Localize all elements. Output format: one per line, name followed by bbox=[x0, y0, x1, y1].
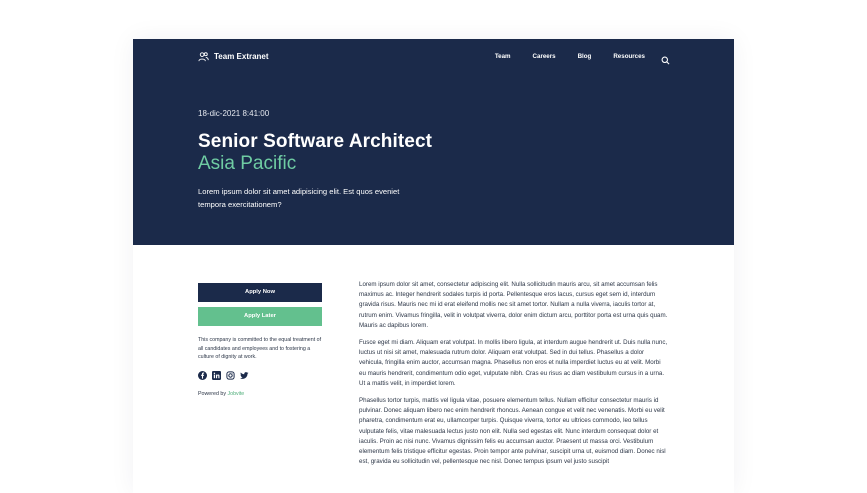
powered-by: Powered by Jobvite bbox=[198, 391, 322, 397]
job-title: Senior Software Architect bbox=[198, 131, 433, 152]
eeo-statement: This company is committed to the equal t… bbox=[198, 337, 322, 360]
brand-name: Team Extranet bbox=[214, 52, 269, 61]
job-lead: Lorem ipsum dolor sit amet adipisicing e… bbox=[198, 187, 400, 209]
nav-resources[interactable]: Resources bbox=[613, 53, 645, 60]
team-icon bbox=[198, 52, 209, 62]
instagram-icon[interactable] bbox=[226, 370, 235, 380]
description-paragraph: Phasellus tortor turpis, mattis vel ligu… bbox=[359, 397, 666, 466]
apply-now-button[interactable]: Apply Now bbox=[198, 283, 322, 302]
brand-logo[interactable]: Team Extranet bbox=[198, 51, 269, 62]
powered-by-label: Powered by bbox=[198, 390, 226, 397]
search-icon[interactable] bbox=[661, 52, 670, 65]
social-links bbox=[198, 370, 322, 380]
posting-date: 18-dic-2021 8:41:00 bbox=[198, 109, 270, 118]
jobvite-link[interactable]: Jobvite bbox=[227, 391, 244, 397]
facebook-icon[interactable] bbox=[198, 370, 207, 380]
description-paragraph: Lorem ipsum dolor sit amet, consectetur … bbox=[359, 281, 668, 329]
hero-header: Team Extranet Team Careers Blog Resource… bbox=[133, 39, 734, 245]
apply-later-button[interactable]: Apply Later bbox=[198, 307, 322, 326]
page-frame: Team Extranet Team Careers Blog Resource… bbox=[133, 39, 734, 493]
job-description: Lorem ipsum dolor sit amet, consectetur … bbox=[359, 280, 669, 474]
nav-careers[interactable]: Careers bbox=[533, 53, 556, 60]
apply-sidebar: Apply Now Apply Later This company is co… bbox=[198, 283, 322, 397]
linkedin-icon[interactable] bbox=[212, 370, 221, 380]
main-nav: Team Careers Blog Resources bbox=[473, 52, 670, 65]
nav-blog[interactable]: Blog bbox=[578, 53, 592, 60]
job-location: Asia Pacific bbox=[198, 153, 297, 174]
description-paragraph: Fusce eget mi diam. Aliquam erat volutpa… bbox=[359, 339, 668, 387]
nav-team[interactable]: Team bbox=[495, 53, 511, 60]
twitter-icon[interactable] bbox=[240, 371, 249, 380]
